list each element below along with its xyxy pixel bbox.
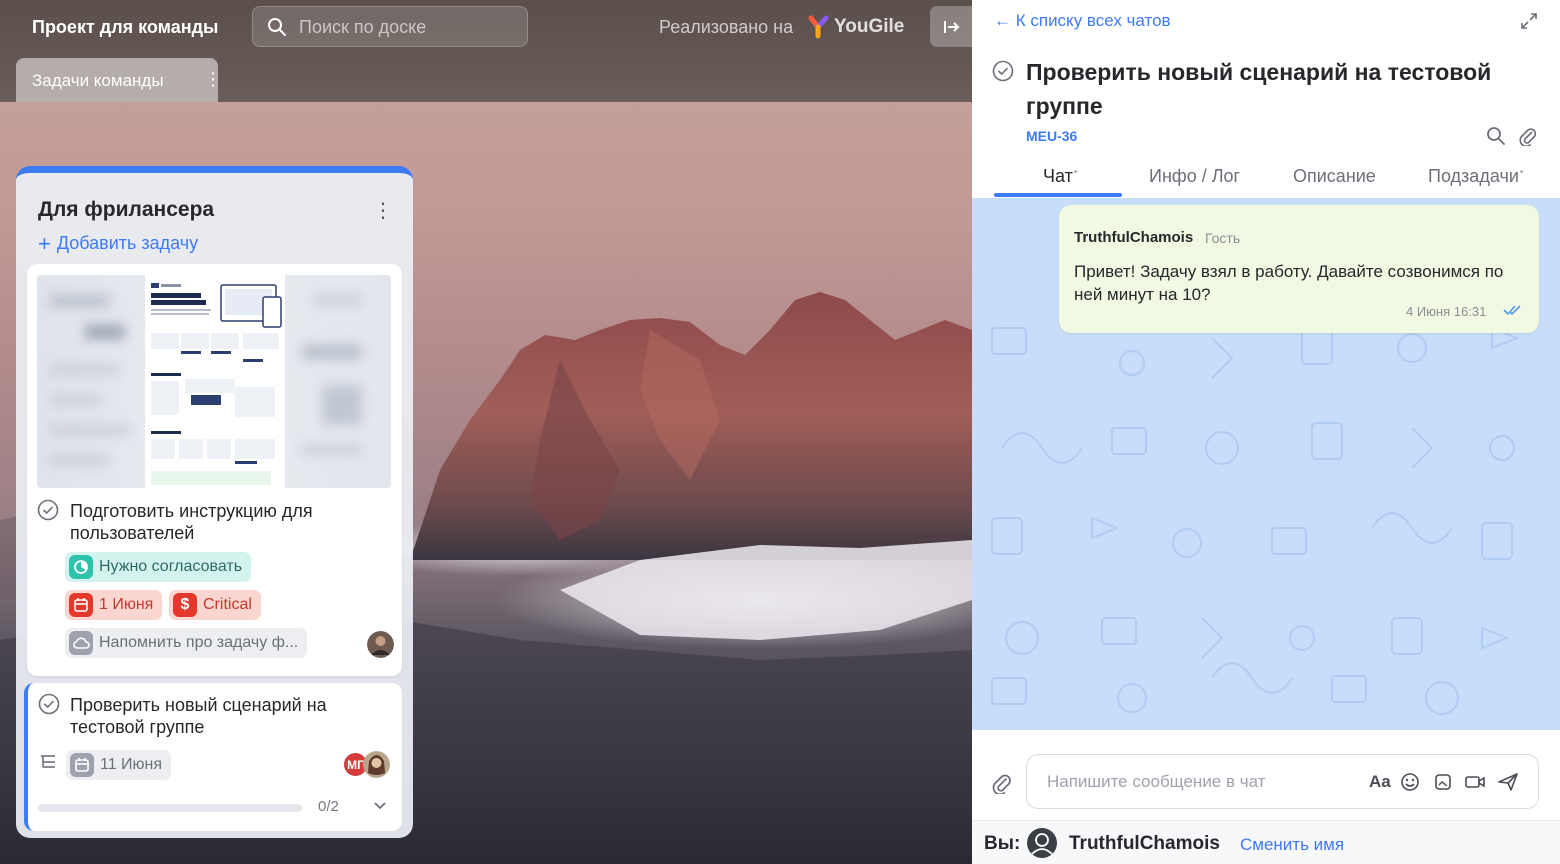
tab-info-log[interactable]: Инфо / Лог: [1149, 166, 1240, 187]
calendar-icon: [70, 753, 94, 777]
column-menu-icon[interactable]: ⋮: [373, 198, 393, 223]
status-sticker-label: Нужно согласовать: [99, 558, 243, 575]
tab-subtasks[interactable]: Подзадачи•: [1428, 166, 1523, 187]
yougile-logo-icon[interactable]: [808, 15, 830, 39]
more-vertical-icon[interactable]: ⋮: [204, 69, 222, 90]
message-bubble[interactable]: TruthfulChamois Гость Привет! Задачу взя…: [1059, 205, 1539, 333]
paperclip-icon[interactable]: [1519, 126, 1537, 146]
column-title: Для фрилансера: [38, 198, 215, 221]
tab-chat[interactable]: Чат•: [1043, 166, 1077, 187]
subtasks-progress-bar: [38, 804, 302, 812]
task-card-selected[interactable]: Проверить новый сценарий на тестовой гру…: [24, 683, 402, 831]
subtasks-count: 0/2: [318, 798, 339, 815]
priority-sticker[interactable]: $ Critical: [169, 590, 261, 620]
double-check-icon: [1503, 305, 1521, 316]
tab-chat-label: Чат: [1043, 166, 1073, 186]
task-title-line2: тестовой группе: [70, 717, 205, 737]
timer-icon: [69, 555, 93, 579]
arrow-left-icon: ←: [994, 11, 1011, 30]
composer-row: Aa: [972, 730, 1560, 820]
chevron-down-icon[interactable]: [372, 797, 388, 813]
tab-description[interactable]: Описание: [1293, 166, 1376, 187]
tab-chat-dot: •: [1073, 167, 1078, 178]
tab-subtasks-label: Подзадачи: [1428, 166, 1519, 186]
task-complete-icon[interactable]: [992, 60, 1014, 82]
card-cover-image: [37, 275, 391, 488]
message-text: Привет! Задачу взял в работу. Давайте со…: [1074, 262, 1504, 304]
reminder-sticker[interactable]: Напомнить про задачу ф...: [65, 628, 308, 658]
cloud-icon: [69, 631, 93, 655]
emoji-icon[interactable]: [1400, 772, 1420, 792]
yougile-brand[interactable]: YouGile: [834, 16, 904, 38]
task-title[interactable]: Проверить новый сценарий на тестовой гру…: [1026, 55, 1526, 123]
message-input[interactable]: [1047, 771, 1347, 793]
add-task-button[interactable]: + Добавить задачу: [38, 231, 198, 257]
message-composer[interactable]: Aa: [1026, 754, 1539, 809]
status-sticker[interactable]: Нужно согласовать: [65, 552, 252, 582]
add-task-label: Добавить задачу: [56, 233, 199, 253]
image-icon[interactable]: [1433, 772, 1453, 792]
subtasks-icon: [41, 755, 55, 768]
chat-tabs: Чат• Инфо / Лог Описание Подзадачи•: [994, 156, 1560, 198]
collapse-panel-button[interactable]: [930, 6, 972, 47]
search-icon: [268, 18, 286, 36]
task-id[interactable]: MEU-36: [1026, 128, 1077, 144]
deadline-sticker-label: 1 Июня: [99, 596, 154, 613]
text-format-icon[interactable]: Aa: [1369, 772, 1391, 792]
task-chat-panel: ← К списку всех чатов Проверить новый сц…: [972, 0, 1560, 864]
paperclip-icon[interactable]: [992, 772, 1012, 794]
chat-identity-bar: Вы: TruthfulChamois Сменить имя: [972, 820, 1560, 864]
board-search[interactable]: [252, 6, 528, 47]
expand-icon[interactable]: [1520, 12, 1538, 30]
powered-by-text: Реализовано на: [659, 17, 794, 37]
document-preview: [145, 275, 285, 488]
you-label: Вы:: [984, 833, 1021, 854]
reminder-sticker-label: Напомнить про задачу ф...: [99, 634, 299, 651]
deadline-sticker[interactable]: 1 Июня: [65, 590, 163, 620]
deadline-sticker-label: 11 Июня: [100, 756, 163, 773]
assignee-avatar[interactable]: [363, 751, 390, 778]
tab-description-label: Описание: [1293, 166, 1376, 186]
tab-info-log-label: Инфо / Лог: [1149, 166, 1241, 186]
calendar-icon: [69, 593, 93, 617]
current-user-name: TruthfulChamois: [1069, 833, 1220, 854]
back-link-label: К списку всех чатов: [1015, 11, 1171, 30]
task-check-icon[interactable]: [38, 693, 60, 715]
task-card[interactable]: Подготовить инструкцию для пользователей…: [27, 264, 402, 676]
tab-subtasks-dot: •: [1519, 167, 1524, 178]
task-title-line1: Подготовить инструкцию для: [70, 501, 313, 521]
deadline-sticker[interactable]: 11 Июня: [66, 750, 172, 780]
priority-sticker-label: Critical: [203, 596, 252, 613]
search-input[interactable]: [299, 15, 519, 39]
search-icon[interactable]: [1486, 126, 1506, 146]
board-tab[interactable]: Задачи команды ⋮: [16, 58, 222, 102]
board-area: Проект для команды Реализовано на YouGil…: [0, 0, 972, 864]
video-icon[interactable]: [1464, 772, 1486, 792]
board-tab-label: Задачи команды: [32, 71, 164, 90]
message-author-role: Гость: [1205, 230, 1241, 246]
task-title-line1: Проверить новый сценарий на: [70, 695, 327, 715]
image-blur-left: [50, 295, 130, 465]
user-avatar-icon: [1027, 828, 1057, 858]
change-name-link[interactable]: Сменить имя: [1240, 835, 1344, 855]
active-tab-indicator: [994, 193, 1122, 197]
send-icon[interactable]: [1497, 772, 1519, 792]
dollar-icon: $: [173, 593, 197, 617]
document-sketch: [151, 283, 282, 485]
arrow-to-right-icon: [944, 20, 960, 33]
board-column: Для фрилансера ⋮ + Добавить задачу Подго…: [16, 166, 413, 838]
chat-messages[interactable]: TruthfulChamois Гость Привет! Задачу взя…: [972, 198, 1560, 730]
image-blur-right: [302, 295, 362, 455]
plus-icon: +: [38, 231, 51, 256]
board-header: Проект для команды Реализовано на YouGil…: [0, 0, 972, 102]
message-time: 4 Июня 16:31: [1406, 304, 1487, 319]
task-check-icon[interactable]: [37, 499, 59, 521]
project-title: Проект для команды: [32, 17, 219, 37]
message-author[interactable]: TruthfulChamois: [1074, 229, 1193, 246]
task-title-line2: пользователей: [70, 523, 195, 543]
assignee-avatar[interactable]: [367, 631, 394, 658]
back-to-chats-link[interactable]: ← К списку всех чатов: [994, 11, 1171, 31]
